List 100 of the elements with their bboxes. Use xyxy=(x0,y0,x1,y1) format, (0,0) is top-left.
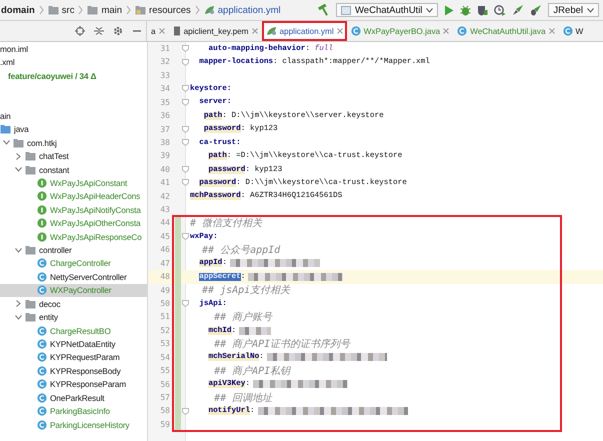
tree-row[interactable]: ain xyxy=(0,109,147,123)
tree-row[interactable]: entity xyxy=(0,310,147,324)
tree-row[interactable]: OneParkResult xyxy=(0,390,147,404)
leaf-file-icon xyxy=(266,26,276,36)
settings-icon[interactable] xyxy=(113,26,123,36)
tree-row[interactable]: KYPRequestParam xyxy=(0,350,147,364)
tree-row[interactable]: WxPayJsApiResponseCo xyxy=(0,230,147,244)
tree-row[interactable]: WxPayJsApiConstant xyxy=(0,176,147,190)
editor-tab[interactable]: W xyxy=(558,21,588,41)
line-number: 59 xyxy=(159,418,171,431)
fold-marker-icon[interactable] xyxy=(182,139,188,146)
tree-row[interactable]: NettyServerController xyxy=(0,270,147,284)
line-number: 58 xyxy=(159,405,171,418)
tree-row[interactable]: KYPResponseBody xyxy=(0,364,147,378)
tree-row[interactable]: KYPNetDataEntity xyxy=(0,337,147,351)
shield-icon[interactable] xyxy=(477,4,488,16)
editor-tab[interactable]: WxPayPayerBO.java xyxy=(346,21,454,41)
tree-row[interactable]: WxPayJsApiOtherConsta xyxy=(0,216,147,230)
tree-row[interactable]: ChargeResultBO xyxy=(0,324,147,338)
class-icon xyxy=(37,406,47,416)
close-icon[interactable] xyxy=(252,28,258,34)
line-number: 32 xyxy=(159,56,171,68)
breadcrumb-item[interactable]: resources xyxy=(149,4,191,16)
tree-row[interactable]: WxPayJsApiHeaderCons xyxy=(0,190,147,204)
fold-marker-icon[interactable] xyxy=(182,166,188,173)
tree-label: java xyxy=(14,124,29,134)
chevron-down-icon[interactable] xyxy=(15,167,22,172)
fold-marker-icon[interactable] xyxy=(182,233,188,240)
jrebel-dropdown[interactable]: JRebel xyxy=(548,3,599,17)
editor-tab[interactable]: apiclient_key.pem xyxy=(168,21,262,41)
fold-marker-icon[interactable] xyxy=(182,300,188,308)
chevron-down-icon[interactable] xyxy=(15,314,22,320)
tree-row[interactable]: ParkingLicenseHistory xyxy=(0,418,147,432)
line-number: 43 xyxy=(159,204,171,216)
tree-row[interactable]: KYPResponseParam xyxy=(0,378,147,391)
tree-row[interactable]: constant xyxy=(0,162,147,176)
clock-icon[interactable] xyxy=(494,4,506,16)
tree-item[interactable]: mon.iml xyxy=(0,44,28,54)
class-icon xyxy=(37,392,47,403)
line-number: 46 xyxy=(159,244,171,256)
config-icon xyxy=(341,6,351,14)
chevron-down-icon[interactable] xyxy=(3,140,10,146)
interface-icon xyxy=(37,232,47,242)
bug-icon[interactable] xyxy=(460,4,472,16)
breadcrumb-item[interactable]: application.yml xyxy=(218,4,281,16)
line-number: 49 xyxy=(159,284,171,297)
run-icon[interactable] xyxy=(444,4,454,16)
fold-marker-icon[interactable] xyxy=(182,45,188,52)
close-icon[interactable] xyxy=(443,28,450,34)
tree-row[interactable]: WxPayJsApiNotifyConsta xyxy=(0,203,147,216)
folder-icon xyxy=(48,5,59,15)
tab-label: apiclient_key.pem xyxy=(184,26,248,36)
fold-marker-icon[interactable] xyxy=(182,58,188,66)
editor-tab[interactable]: WeChatAuthUtil.java xyxy=(453,21,558,41)
collapse-icon[interactable] xyxy=(94,26,104,36)
tree-row[interactable]: ParkingBasicInfo xyxy=(0,404,147,418)
fold-marker-icon[interactable] xyxy=(182,98,188,106)
close-icon[interactable] xyxy=(548,28,554,34)
breadcrumb-item[interactable]: src xyxy=(62,4,74,16)
tree-row[interactable]: controller xyxy=(0,243,147,257)
close-icon[interactable] xyxy=(336,28,343,34)
locate-icon[interactable] xyxy=(75,26,85,36)
line-number: 33 xyxy=(159,70,171,82)
line-number: 52 xyxy=(159,324,171,337)
redacted-value xyxy=(239,326,272,335)
chevron-down-icon[interactable] xyxy=(15,248,22,253)
fold-marker-icon[interactable] xyxy=(182,408,188,415)
class-icon xyxy=(562,26,572,36)
tree-label: decoc xyxy=(39,298,60,309)
tree-row[interactable]: java xyxy=(0,122,147,136)
tree-label: chatTest xyxy=(39,151,69,162)
breadcrumb-item[interactable]: main xyxy=(101,4,122,16)
tree-item[interactable]: .xml xyxy=(0,57,15,68)
chevron-right-icon[interactable] xyxy=(16,152,21,160)
tree-row[interactable]: ChargeController xyxy=(0,256,147,270)
editor-tab[interactable]: a xyxy=(147,21,169,41)
tree-row[interactable]: com.htkj xyxy=(0,136,147,150)
line-number: 34 xyxy=(159,83,171,96)
editor-tab[interactable]: application.yml xyxy=(262,21,347,41)
line-number: 53 xyxy=(159,338,171,350)
class-icon xyxy=(37,258,47,268)
tree-label: WxPayJsApiHeaderCons xyxy=(50,191,140,202)
line-number: 44 xyxy=(159,217,171,230)
tree-row[interactable]: decoc xyxy=(0,297,147,310)
line-number: 51 xyxy=(159,311,171,324)
hammer-icon[interactable] xyxy=(318,4,330,16)
close-icon[interactable] xyxy=(158,28,165,34)
tab-label: WeChatAuthUtil.java xyxy=(470,26,546,36)
breadcrumb-item[interactable]: domain xyxy=(1,4,35,16)
interface-icon xyxy=(37,204,47,215)
fold-marker-icon[interactable] xyxy=(182,85,188,92)
fold-marker-icon[interactable] xyxy=(182,126,188,133)
tree-row[interactable]: chatTest xyxy=(0,149,147,163)
class-icon xyxy=(37,379,47,390)
chevron-icon xyxy=(38,5,44,15)
fold-marker-icon[interactable] xyxy=(182,179,188,186)
line-number: 48 xyxy=(148,270,173,284)
class-icon xyxy=(37,285,47,296)
run-config-dropdown[interactable]: WeChatAuthUtil xyxy=(336,3,438,17)
chevron-right-icon[interactable] xyxy=(16,300,21,308)
